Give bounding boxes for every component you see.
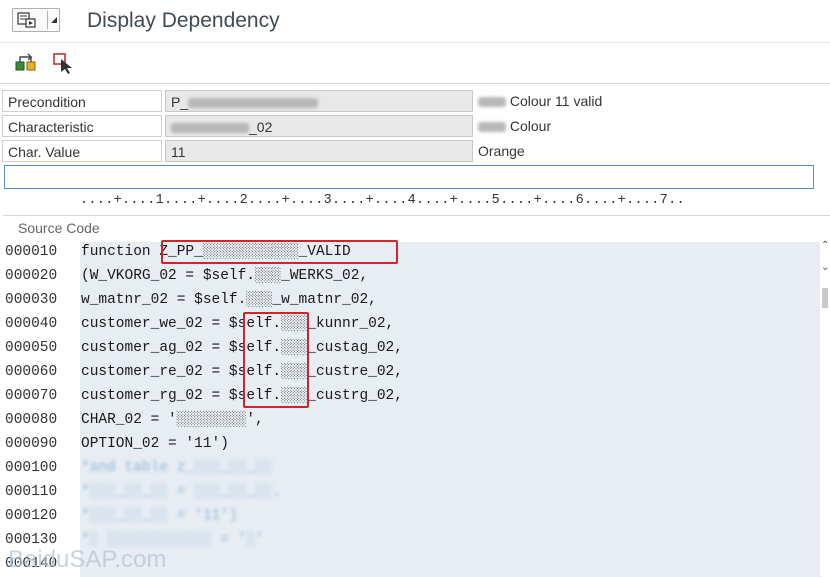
title-bar: Display Dependency (0, 0, 830, 43)
char-value-value: 11 (165, 140, 473, 162)
code-line: 000080 CHAR_02 = '░░░░░░░░', (0, 408, 820, 432)
precondition-row: Precondition P_ Colour 11 valid (0, 90, 830, 114)
code-text[interactable]: *and table z_░░░_░░_░░ (81, 456, 272, 480)
characteristic-label: Characteristic (2, 115, 162, 137)
watermark: BaiduSAP.com (8, 546, 167, 573)
code-line: 000040 customer_we_02 = $self.░░░_kunnr_0… (0, 312, 820, 336)
code-text[interactable]: CHAR_02 = '░░░░░░░░', (81, 408, 264, 432)
self-reference-highlight (243, 312, 309, 408)
dropdown-corner-icon (51, 17, 57, 23)
editor-command-input[interactable] (4, 165, 814, 189)
source-code-label: Source Code (18, 220, 100, 236)
line-number: 000070 (5, 388, 58, 404)
code-text[interactable]: *░░░_░░_░░ = '11') (81, 504, 238, 528)
code-line: 000010 function Z_PP_░░░░░░░░░░░_VALID (0, 240, 820, 264)
code-text[interactable]: customer_we_02 = $self.░░░_kunnr_02, (81, 312, 394, 336)
object-selector-icon[interactable] (52, 52, 76, 74)
line-number: 000030 (5, 292, 58, 308)
precondition-value: P_ (165, 90, 473, 112)
change-display-icon[interactable] (14, 52, 38, 74)
page-title: Display Dependency (87, 9, 280, 32)
characteristic-row: Characteristic _02 Colour (0, 115, 830, 139)
code-line: 000070 customer_rg_02 = $self.░░░_custrg_… (0, 384, 820, 408)
line-number: 000110 (5, 484, 58, 500)
precondition-label: Precondition (2, 90, 162, 112)
code-line: 000050 customer_ag_02 = $self.░░░_custag_… (0, 336, 820, 360)
line-number: 000060 (5, 364, 58, 380)
code-text[interactable]: customer_re_02 = $self.░░░_custre_02, (81, 360, 403, 384)
code-line: 000110 *░░░_░░_░░ = ░░░_░░_░░. (0, 480, 820, 504)
line-number: 000080 (5, 412, 58, 428)
toolbar (0, 43, 830, 84)
scroll-thumb[interactable] (822, 288, 828, 308)
line-number: 000090 (5, 436, 58, 452)
code-text[interactable]: (W_VKORG_02 = $self.░░░_WERKS_02, (81, 264, 368, 288)
code-text[interactable]: w_matnr_02 = $self.░░░_w_matnr_02, (81, 288, 377, 312)
characteristic-description: Colour (478, 115, 551, 137)
scroll-down-icon[interactable]: ⌄ (821, 262, 829, 273)
line-number: 000120 (5, 508, 58, 524)
code-line: 000020 (W_VKORG_02 = $self.░░░_WERKS_02, (0, 264, 820, 288)
code-line: 000120 *░░░_░░_░░ = '11') (0, 504, 820, 528)
char-value-label: Char. Value (2, 140, 162, 162)
menu-button[interactable] (12, 8, 60, 32)
line-number: 000010 (5, 244, 58, 260)
line-number: 000020 (5, 268, 58, 284)
char-value-row: Char. Value 11 Orange (0, 140, 830, 164)
code-text[interactable]: *░░░_░░_░░ = ░░░_░░_░░. (81, 480, 281, 504)
line-number: 000100 (5, 460, 58, 476)
characteristic-value: _02 (165, 115, 473, 137)
vertical-scrollbar[interactable]: ⌃ ⌄ (820, 240, 830, 576)
code-line: 000100 *and table z_░░░_░░_░░ (0, 456, 820, 480)
menu-icon (17, 12, 36, 28)
precondition-description: Colour 11 valid (478, 90, 602, 112)
column-ruler: ....+....1....+....2....+....3....+....4… (80, 193, 685, 208)
code-line: 000090 OPTION_02 = '11') (0, 432, 820, 456)
function-name-highlight (161, 240, 398, 264)
code-text[interactable]: customer_ag_02 = $self.░░░_custag_02, (81, 336, 403, 360)
line-number: 000040 (5, 316, 58, 332)
char-value-description: Orange (478, 143, 525, 159)
code-line: 000060 customer_re_02 = $self.░░░_custre_… (0, 360, 820, 384)
line-number: 000050 (5, 340, 58, 356)
code-text[interactable]: OPTION_02 = '11') (81, 432, 229, 456)
code-text[interactable]: customer_rg_02 = $self.░░░_custrg_02, (81, 384, 403, 408)
scroll-up-icon[interactable]: ⌃ (821, 240, 829, 251)
code-line: 000030 w_matnr_02 = $self.░░░_w_matnr_02, (0, 288, 820, 312)
